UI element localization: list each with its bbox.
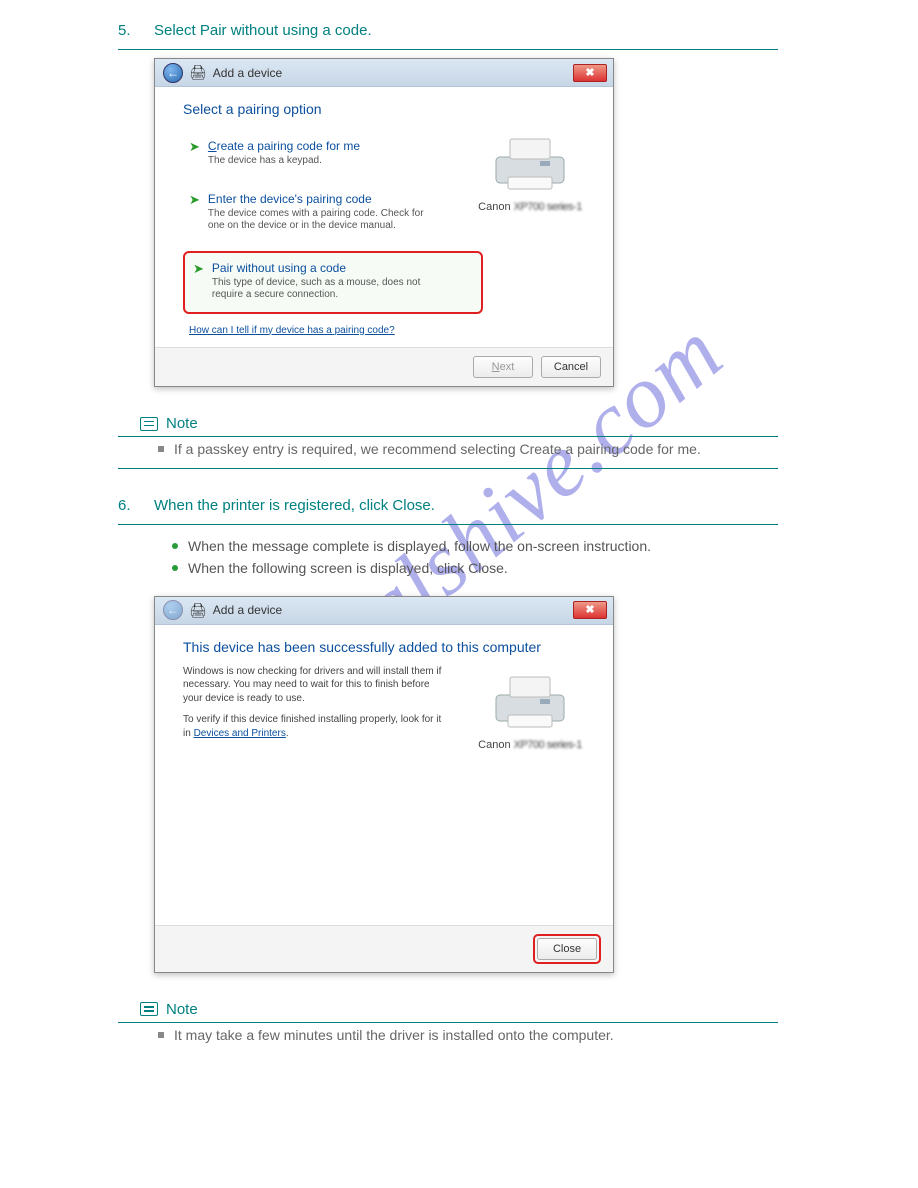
option-title: Pair without using a code: [212, 261, 442, 275]
printer-icon: [480, 131, 580, 195]
back-icon: ←: [163, 600, 183, 620]
step-heading: 5. Select Pair without using a code.: [118, 0, 778, 49]
note-item: It may take a few minutes until the driv…: [158, 1025, 778, 1046]
option-desc: This type of device, such as a mouse, do…: [212, 277, 442, 302]
note-block: Note It may take a few minutes until the…: [118, 985, 778, 1060]
devices-printers-link[interactable]: Devices and Printers: [194, 728, 286, 739]
wizard-icon: 🖨: [189, 64, 207, 81]
note-icon: [140, 417, 158, 431]
divider: [118, 468, 778, 469]
device-preview: Canon XP700 series-1: [465, 131, 595, 213]
success-line-1: Windows is now checking for drivers and …: [183, 665, 443, 706]
device-name: Canon XP700 series-1: [465, 201, 595, 213]
option-title: Create a pairing code for me: [208, 139, 360, 153]
dialog-title: Add a device: [213, 66, 282, 80]
step-text: Select Pair without using a code.: [154, 22, 778, 39]
option-pair-no-code[interactable]: ➤ Pair without using a code This type of…: [183, 251, 483, 314]
arrow-icon: ➤: [193, 261, 204, 302]
note-label: Note: [166, 415, 198, 432]
note-label: Note: [166, 1001, 198, 1018]
pairing-heading: Select a pairing option: [183, 101, 591, 117]
option-title: Enter the device's pairing code: [208, 192, 438, 206]
step-text: When the printer is registered, click Cl…: [154, 497, 778, 514]
dialog-footer: Close: [155, 925, 613, 972]
wizard-icon: 🖨: [189, 602, 207, 619]
pairing-help-link[interactable]: How can I tell if my device has a pairin…: [189, 325, 395, 336]
add-device-dialog: ← 🖨 Add a device ✖ Select a pairing opti…: [154, 58, 614, 387]
device-name: Canon XP700 series-1: [465, 739, 595, 751]
close-button[interactable]: Close: [537, 938, 597, 960]
device-preview: Canon XP700 series-1: [465, 669, 595, 751]
add-device-success-dialog: ← 🖨 Add a device ✖ This device has been …: [154, 596, 614, 973]
note-icon: [140, 1002, 158, 1016]
success-heading: This device has been successfully added …: [183, 639, 591, 655]
sub-step-a: When the message complete is displayed, …: [172, 535, 778, 557]
arrow-icon: ➤: [189, 139, 200, 168]
dialog-2-screenshot: ← 🖨 Add a device ✖ This device has been …: [118, 588, 778, 985]
sub-steps: When the message complete is displayed, …: [118, 525, 778, 588]
step-6: 6. When the printer is registered, click…: [0, 475, 918, 1060]
title-bar: ← 🖨 Add a device ✖: [155, 597, 613, 625]
printer-icon: [480, 669, 580, 733]
cancel-button[interactable]: Cancel: [541, 356, 601, 378]
success-line-2: To verify if this device finished instal…: [183, 713, 443, 740]
note-heading: Note: [140, 415, 778, 432]
next-button[interactable]: Next: [473, 356, 533, 378]
step-number: 5.: [118, 22, 136, 39]
close-icon[interactable]: ✖: [573, 64, 607, 82]
option-create-code[interactable]: ➤ Create a pairing code for me The devic…: [183, 133, 483, 176]
arrow-icon: ➤: [189, 192, 200, 233]
dialog-1-screenshot: ← 🖨 Add a device ✖ Select a pairing opti…: [118, 50, 778, 399]
option-desc: The device has a keypad.: [208, 155, 360, 168]
step-heading: 6. When the printer is registered, click…: [118, 475, 778, 524]
close-button-highlight: Close: [533, 934, 601, 964]
option-enter-code[interactable]: ➤ Enter the device's pairing code The de…: [183, 186, 483, 241]
step-number: 6.: [118, 497, 136, 514]
dialog-body: Select a pairing option ➤ Create a pairi…: [155, 87, 613, 347]
back-icon[interactable]: ←: [163, 63, 183, 83]
note-heading: Note: [140, 1001, 778, 1018]
dialog-footer: Next Cancel: [155, 347, 613, 386]
sub-step-b: When the following screen is displayed, …: [172, 557, 778, 579]
option-desc: The device comes with a pairing code. Ch…: [208, 208, 438, 233]
dialog-title: Add a device: [213, 603, 282, 617]
note-block: Note If a passkey entry is required, we …: [118, 399, 778, 475]
dialog-body: This device has been successfully added …: [155, 625, 613, 925]
page-content: 5. Select Pair without using a code. ← 🖨…: [0, 0, 918, 1060]
close-icon[interactable]: ✖: [573, 601, 607, 619]
step-5: 5. Select Pair without using a code. ← 🖨…: [0, 0, 918, 475]
note-item: If a passkey entry is required, we recom…: [158, 439, 778, 460]
title-bar: ← 🖨 Add a device ✖: [155, 59, 613, 87]
